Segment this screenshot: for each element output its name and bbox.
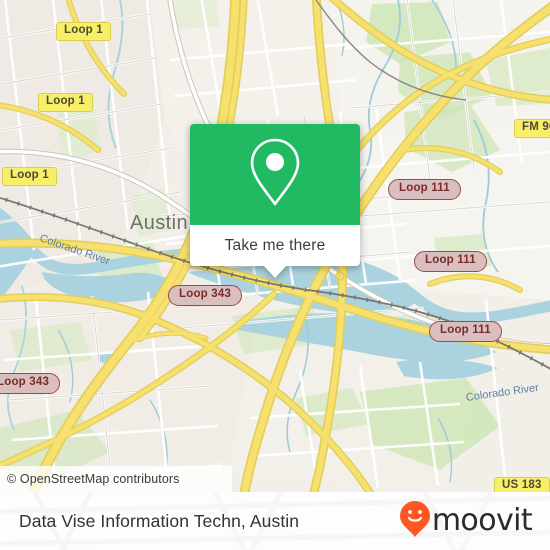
road-shield-us-183[interactable]: US 183 — [494, 477, 550, 492]
moovit-smiling-pin-icon — [399, 500, 431, 543]
map-attribution-bar: © OpenStreetMap contributors — [0, 466, 232, 492]
road-shield-loop-1[interactable]: Loop 1 — [56, 22, 111, 41]
moovit-wordmark: moovit — [431, 503, 533, 538]
road-shield-loop-111[interactable]: Loop 111 — [388, 179, 461, 200]
take-me-there-button[interactable]: Take me there — [190, 225, 360, 266]
moovit-logo[interactable]: moovit — [399, 500, 550, 543]
road-shield-loop-343[interactable]: Loop 343 — [168, 285, 243, 306]
place-title: Data Vise Information Techn, Austin — [19, 510, 300, 531]
map-pin-icon — [246, 136, 304, 213]
popup-pointer-tail — [263, 265, 287, 278]
road-shield-loop-111[interactable]: Loop 111 — [429, 321, 502, 342]
location-popup[interactable]: Take me there — [190, 124, 360, 278]
popup-image-panel — [190, 124, 360, 225]
city-label: Austin — [130, 212, 188, 234]
road-shield-loop-1[interactable]: Loop 1 — [2, 167, 57, 186]
road-shield-loop-111[interactable]: Loop 111 — [414, 251, 487, 272]
road-shield-loop-1[interactable]: Loop 1 — [38, 93, 93, 112]
attribution-text[interactable]: © OpenStreetMap contributors — [0, 472, 180, 486]
map-screenshot-root: Austin Colorado River Colorado River Loo… — [0, 0, 550, 550]
bottom-info-bar: Data Vise Information Techn, Austin moov… — [0, 492, 550, 550]
road-shield-fm-969[interactable]: FM 969 — [514, 119, 550, 138]
road-shield-loop-343[interactable]: Loop 343 — [0, 373, 61, 394]
